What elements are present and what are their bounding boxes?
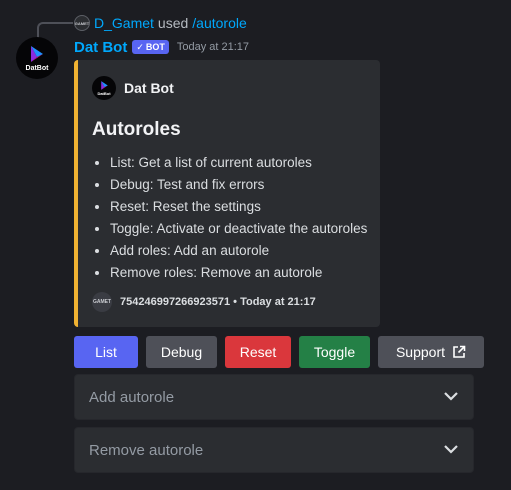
bot-badge: ✓ BOT — [132, 40, 169, 54]
embed-footer: GAMET 754246997266923571 • Today at 21:1… — [92, 292, 316, 312]
message-timestamp: Today at 21:17 — [176, 41, 250, 53]
embed-description-list: List: Get a list of current autoroles De… — [92, 152, 367, 284]
bot-name[interactable]: Dat Bot — [74, 39, 127, 56]
reply-used-text: used — [157, 15, 189, 31]
datbot-logo-icon — [100, 81, 108, 90]
reset-button[interactable]: Reset — [225, 336, 291, 368]
check-icon: ✓ — [136, 41, 144, 52]
list-item: List: Get a list of current autoroles — [110, 152, 367, 174]
embed-title: Autoroles — [92, 119, 181, 140]
support-button[interactable]: Support — [378, 336, 484, 368]
bot-avatar[interactable]: DatBot — [16, 37, 58, 79]
bot-badge-label: BOT — [145, 42, 165, 52]
embed-author-avatar: DatBot — [92, 76, 116, 100]
add-autorole-placeholder: Add autorole — [89, 388, 175, 406]
list-button[interactable]: List — [74, 336, 138, 368]
action-row: List Debug Reset Toggle Support — [74, 336, 484, 368]
remove-autorole-placeholder: Remove autorole — [89, 441, 204, 459]
toggle-button[interactable]: Toggle — [299, 336, 370, 368]
embed-author-avatar-text: DatBot — [97, 91, 111, 96]
chevron-down-icon — [443, 388, 459, 406]
list-item: Remove roles: Remove an autorole — [110, 262, 367, 284]
reply-connector — [37, 22, 73, 38]
chevron-down-icon — [443, 441, 459, 459]
embed-author: DatBot Dat Bot — [92, 76, 174, 100]
list-item: Reset: Reset the settings — [110, 196, 367, 218]
footer-avatar: GAMET — [92, 292, 112, 312]
reply-username[interactable]: D_Gamet — [94, 15, 154, 31]
reply-reference[interactable]: GAMET D_Gamet used /autorole — [74, 14, 247, 32]
footer-text: 754246997266923571 • Today at 21:17 — [120, 296, 316, 308]
external-link-icon — [452, 345, 466, 359]
reply-command[interactable]: /autorole — [192, 15, 246, 31]
list-item: Add roles: Add an autorole — [110, 240, 367, 262]
debug-button[interactable]: Debug — [146, 336, 217, 368]
support-button-label: Support — [395, 344, 446, 360]
list-item: Toggle: Activate or deactivate the autor… — [110, 218, 367, 240]
embed: DatBot Dat Bot Autoroles List: Get a lis… — [74, 60, 380, 327]
reply-user-avatar[interactable]: GAMET — [74, 15, 90, 31]
datbot-logo-icon — [31, 46, 43, 62]
list-item: Debug: Test and fix errors — [110, 174, 367, 196]
message-header: Dat Bot ✓ BOT Today at 21:17 — [74, 37, 249, 57]
remove-autorole-select[interactable]: Remove autorole — [74, 427, 474, 473]
embed-author-name: Dat Bot — [124, 80, 174, 96]
bot-avatar-text: DatBot — [25, 65, 49, 72]
add-autorole-select[interactable]: Add autorole — [74, 374, 474, 420]
